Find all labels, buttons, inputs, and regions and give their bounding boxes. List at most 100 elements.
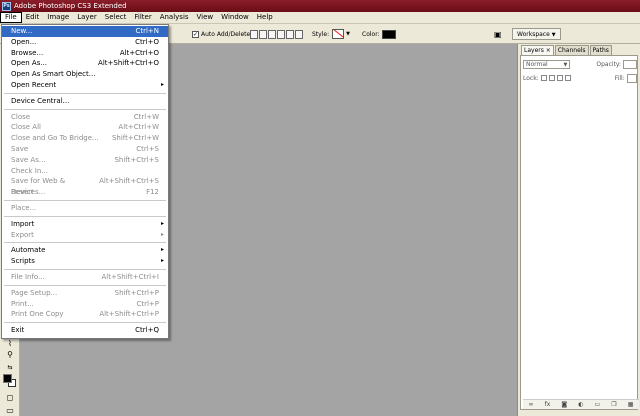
menu-item-file-info[interactable]: File Info... Alt+Shift+Ctrl+I [2, 272, 168, 283]
menu-item-save-as[interactable]: Save As... Shift+Ctrl+S [2, 155, 168, 166]
menu-item-shortcut: Shift+Ctrl+S [114, 155, 159, 164]
chevron-down-icon: ▼ [551, 32, 556, 38]
zoom-tool-icon[interactable]: ⚲ [4, 349, 16, 360]
workspace-button-label[interactable]: Workspace ▼ [512, 28, 561, 40]
color-option: Color: [362, 28, 396, 40]
menu-item-new[interactable]: New... Ctrl+N [2, 26, 168, 37]
menu-item-print[interactable]: Print... Ctrl+P [2, 299, 168, 310]
palette-well-icon[interactable]: ▣ [494, 28, 502, 40]
menu-item-shortcut: Ctrl+Q [135, 326, 159, 335]
menu-item-open[interactable]: Open... Ctrl+O [2, 37, 168, 48]
menu-item-close-all[interactable]: Close All Alt+Ctrl+W [2, 122, 168, 133]
menu-item-export[interactable]: Export ▸ [2, 230, 168, 241]
checkbox-checked-icon[interactable]: ✓ [192, 30, 199, 38]
lock-position-icon[interactable] [556, 75, 563, 81]
menu-item-open-recent[interactable]: Open Recent ▸ [2, 80, 168, 91]
menu-item-exit[interactable]: Exit Ctrl+Q [2, 325, 168, 336]
style-label: Style: [312, 30, 330, 38]
menu-item-revert[interactable]: Revert F12 [2, 187, 168, 198]
menu-item-close-and-go-to-bridge[interactable]: Close and Go To Bridge... Shift+Ctrl+W [2, 133, 168, 144]
menu-item-label: Place... [11, 203, 37, 212]
shape-mode-icon[interactable] [286, 29, 294, 39]
auto-add-delete-option[interactable]: ✓ Auto Add/Delete [192, 28, 250, 40]
menu-analysis[interactable]: Analysis [156, 12, 193, 23]
menu-item-close[interactable]: Close Ctrl+W [2, 112, 168, 123]
menu-item-print-one-copy[interactable]: Print One Copy Alt+Shift+Ctrl+P [2, 309, 168, 320]
lock-row: Lock: Fill: [523, 73, 637, 83]
menu-layer[interactable]: Layer [73, 12, 101, 23]
menu-item-import[interactable]: Import ▸ [2, 219, 168, 230]
menu-select[interactable]: Select [101, 12, 131, 23]
new-layer-icon[interactable]: ❐ [611, 401, 616, 408]
menu-item-page-setup[interactable]: Page Setup... Shift+Ctrl+P [2, 288, 168, 299]
shape-mode-icon[interactable] [250, 29, 258, 39]
fill-label: Fill: [614, 74, 625, 82]
menu-view[interactable]: View [193, 12, 218, 23]
menu-item-place[interactable]: Place... [2, 203, 168, 214]
quick-mask-icon[interactable]: ◻ [4, 392, 16, 403]
shape-mode-icon[interactable] [295, 29, 303, 39]
swap-colors-icon[interactable]: ⇆ [4, 362, 16, 373]
lasso-tool-icon[interactable]: ⌇ [4, 338, 16, 349]
file-menu-dropdown: New... Ctrl+N Open... Ctrl+O Browse... Alt+Ct… [1, 24, 169, 339]
menu-item-label: Close [11, 112, 31, 121]
foreground-background-colors[interactable] [3, 374, 16, 387]
menu-item-label: Page Setup... [11, 288, 58, 297]
title-bar: Ps Adobe Photoshop CS3 Extended [0, 0, 640, 12]
blend-mode-select[interactable]: Normal ▼ [523, 59, 571, 69]
menu-item-automate[interactable]: Automate ▸ [2, 245, 168, 256]
fill-field[interactable] [626, 73, 637, 83]
menu-item-shortcut: Ctrl+O [135, 37, 159, 46]
menu-item-open-as[interactable]: Open As... Alt+Shift+Ctrl+O [2, 58, 168, 69]
menu-item-label: Exit [11, 326, 25, 335]
menu-item-device-central[interactable]: Device Central... [2, 96, 168, 107]
foreground-color-swatch[interactable] [3, 374, 12, 383]
window-title: Adobe Photoshop CS3 Extended [14, 2, 127, 10]
screen-mode-icon[interactable]: ▭ [4, 405, 16, 416]
menu-item-scripts[interactable]: Scripts ▸ [2, 256, 168, 267]
opacity-field[interactable] [623, 59, 637, 69]
lock-transparent-icon[interactable] [540, 75, 547, 81]
shape-mode-icon[interactable] [277, 29, 285, 39]
menu-filter[interactable]: Filter [130, 12, 155, 23]
submenu-arrow-icon: ▸ [160, 80, 164, 88]
menu-item-shortcut: Alt+Ctrl+O [119, 48, 159, 57]
workspace-button[interactable]: Workspace ▼ [512, 28, 561, 40]
lock-image-icon[interactable] [548, 75, 555, 81]
tab-layers[interactable]: Layers × [521, 45, 554, 55]
layers-panel-body: Normal ▼ Opacity: Lock: Fill: ∞ fx ◙ ◐ ▭… [520, 55, 639, 410]
adjustment-icon[interactable]: ◐ [578, 401, 583, 408]
menu-item-browse[interactable]: Browse... Alt+Ctrl+O [2, 48, 168, 59]
tab-channels[interactable]: Channels [554, 45, 589, 55]
menu-item-save[interactable]: Save Ctrl+S [2, 144, 168, 155]
menu-file[interactable]: File [0, 12, 22, 23]
tab-paths[interactable]: Paths [589, 45, 612, 55]
menu-separator [4, 284, 166, 286]
menu-edit[interactable]: Edit [22, 12, 44, 23]
style-option: Style: ▼ [312, 28, 350, 40]
mask-icon[interactable]: ◙ [561, 401, 567, 408]
menu-separator [4, 108, 166, 110]
menu-item-save-for-web-devices[interactable]: Save for Web & Devices... Alt+Shift+Ctrl+… [2, 176, 168, 196]
menu-help[interactable]: Help [253, 12, 277, 23]
menu-item-label: Browse... [11, 48, 44, 57]
menu-separator [4, 215, 166, 217]
menu-item-shortcut: Shift+Ctrl+P [114, 288, 159, 297]
shape-mode-icon[interactable] [268, 29, 276, 39]
shape-mode-icon[interactable] [259, 29, 267, 39]
fx-icon[interactable]: fx [545, 401, 551, 408]
lock-label: Lock: [523, 74, 539, 82]
menu-window[interactable]: Window [217, 12, 253, 23]
menu-separator [4, 268, 166, 270]
lock-all-icon[interactable] [564, 75, 571, 81]
link-icon[interactable]: ∞ [529, 401, 534, 408]
menu-item-open-as-smart-object[interactable]: Open As Smart Object... [2, 69, 168, 80]
style-picker[interactable] [332, 29, 345, 39]
menu-image[interactable]: Image [43, 12, 73, 23]
color-swatch[interactable] [381, 29, 396, 39]
folder-icon[interactable]: ▭ [595, 401, 601, 408]
chevron-down-icon[interactable]: ▼ [346, 31, 350, 37]
menu-item-check-in[interactable]: Check In... [2, 166, 168, 177]
trash-icon[interactable]: ▦ [628, 401, 634, 408]
menu-separator [4, 242, 166, 244]
